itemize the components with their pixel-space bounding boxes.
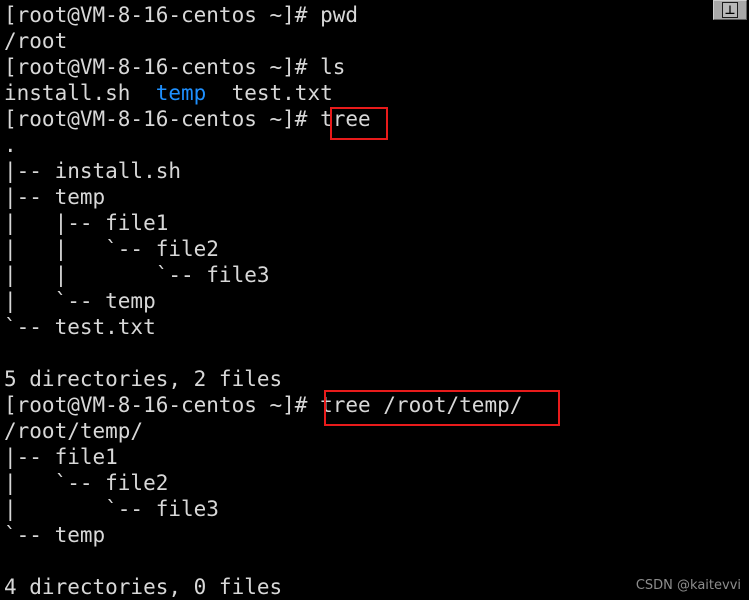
output-text: | | `-- file2: [4, 237, 219, 261]
terminal-prompt-line: [root@VM-8-16-centos ~]# ls: [4, 54, 749, 80]
blank-line: [4, 548, 749, 574]
terminal-console[interactable]: [root@VM-8-16-centos ~]# pwd/root [root@V…: [0, 0, 749, 600]
output-text: |-- temp: [4, 185, 106, 209]
terminal-prompt-line: [root@VM-8-16-centos ~]# pwd: [4, 2, 749, 28]
terminal-output-line: |-- file1: [4, 444, 749, 470]
output-text: 5 directories, 2 files: [4, 367, 283, 391]
terminal-output-line: /root/temp/: [4, 418, 749, 444]
output-text: | `-- file2: [4, 471, 169, 495]
output-text: | `-- file3: [4, 497, 219, 521]
terminal-output-line: | `-- temp: [4, 288, 749, 314]
terminal-output-line: `-- temp: [4, 522, 749, 548]
shell-command: tree: [320, 107, 371, 131]
terminal-output-line: | | `-- file3: [4, 262, 749, 288]
terminal-output-line: | | `-- file2: [4, 236, 749, 262]
output-text: /root: [4, 29, 68, 53]
terminal-output-line: | `-- file3: [4, 496, 749, 522]
output-text: | |-- file1: [4, 211, 169, 235]
output-text: `-- test.txt: [4, 315, 156, 339]
terminal-output-line: `-- test.txt: [4, 314, 749, 340]
output-text: /root/temp/: [4, 419, 144, 443]
terminal-window[interactable]: [root@VM-8-16-centos ~]# pwd/root [root@V…: [0, 0, 749, 600]
shell-prompt: [root@VM-8-16-centos ~]#: [4, 55, 321, 79]
terminal-output-line: |-- install.sh: [4, 158, 749, 184]
terminal-prompt-line: [root@VM-8-16-centos ~]# tree: [4, 106, 749, 132]
ls-directory-entry: temp: [155, 81, 207, 105]
shell-prompt: [root@VM-8-16-centos ~]#: [4, 393, 321, 417]
ls-output-line: install.sh temp test.txt: [4, 80, 749, 106]
output-text: | `-- temp: [4, 289, 156, 313]
output-text: |-- install.sh: [4, 159, 182, 183]
watermark-label: CSDN @kaitevvi: [635, 578, 741, 593]
terminal-output-line: | |-- file1: [4, 210, 749, 236]
ls-file-entries: test.txt: [206, 81, 333, 105]
shell-prompt: [root@VM-8-16-centos ~]#: [4, 3, 321, 27]
output-text: 4 directories, 0 files: [4, 575, 283, 599]
terminal-prompt-line: [root@VM-8-16-centos ~]# tree /root/temp…: [4, 392, 749, 418]
pin-window-button[interactable]: ⊥: [713, 0, 747, 20]
pin-icon: ⊥: [722, 2, 738, 18]
output-text: .: [4, 133, 17, 157]
terminal-output-line: 5 directories, 2 files: [4, 366, 749, 392]
output-text: |-- file1: [4, 445, 118, 469]
shell-prompt: [root@VM-8-16-centos ~]#: [4, 107, 321, 131]
terminal-output-line: |-- temp: [4, 184, 749, 210]
ls-file-entries: install.sh: [4, 81, 156, 105]
terminal-output-line: | `-- file2: [4, 470, 749, 496]
shell-command: ls: [320, 55, 346, 79]
shell-command: pwd: [320, 3, 359, 27]
terminal-output-line: /root: [4, 28, 749, 54]
output-text: `-- temp: [4, 523, 106, 547]
blank-line: [4, 340, 749, 366]
output-text: | | `-- file3: [4, 263, 270, 287]
shell-command: tree /root/temp/: [320, 393, 523, 417]
terminal-output-line: .: [4, 132, 749, 158]
